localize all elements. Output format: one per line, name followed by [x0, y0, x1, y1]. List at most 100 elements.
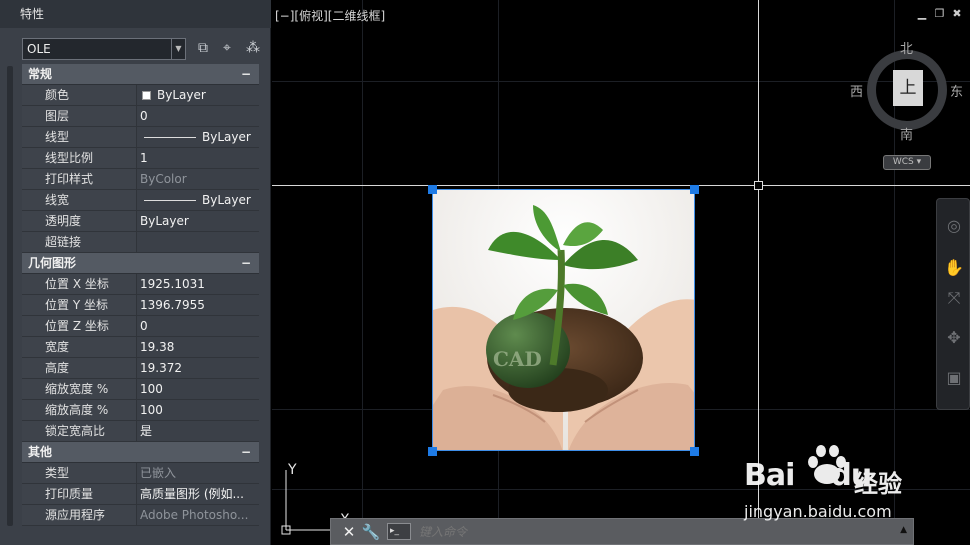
property-row[interactable]: 打印质量 高质量图形 (例如... — [22, 484, 259, 505]
property-row[interactable]: 源应用程序 Adobe Photosho... — [22, 505, 259, 526]
property-value[interactable]: ByLayer — [138, 127, 259, 147]
viewcube[interactable]: 上 北 南 东 西 WCS ▾ — [850, 38, 966, 178]
property-row[interactable]: 高度 19.372 — [22, 358, 259, 379]
collapse-icon[interactable]: − — [241, 64, 251, 85]
restore-icon[interactable]: ❐ — [933, 7, 947, 20]
property-name: 源应用程序 — [22, 505, 137, 525]
section-header[interactable]: 几何图形 − — [22, 253, 259, 274]
property-value[interactable]: 19.38 — [138, 337, 259, 357]
property-row[interactable]: 宽度 19.38 — [22, 337, 259, 358]
property-value-text: 1 — [140, 151, 148, 165]
property-value[interactable]: 100 — [138, 379, 259, 399]
compass-north[interactable]: 北 — [900, 38, 913, 57]
minimize-icon[interactable]: ▁ — [915, 7, 929, 20]
property-name: 高度 — [22, 358, 137, 378]
customize-wrench-icon[interactable]: 🔧 — [361, 522, 381, 542]
property-value[interactable]: ByLayer — [138, 190, 259, 210]
property-value[interactable]: ByLayer — [138, 211, 259, 231]
close-icon[interactable]: ✕ — [339, 522, 359, 542]
property-row[interactable]: 锁定宽高比是 — [22, 421, 259, 442]
property-value[interactable]: 0 — [138, 106, 259, 126]
panel-title: 特性 — [0, 0, 271, 28]
property-row[interactable]: 位置 Z 坐标 0 — [22, 316, 259, 337]
property-row[interactable]: 位置 Y 坐标 1396.7955 — [22, 295, 259, 316]
collapse-icon[interactable]: − — [241, 253, 251, 274]
watermark-url: jingyan.baidu.com — [744, 502, 892, 521]
property-value[interactable]: ByColor — [138, 169, 259, 189]
section-title: 常规 — [28, 67, 53, 81]
property-row[interactable]: 打印样式 ByColor — [22, 169, 259, 190]
compass-east[interactable]: 东 — [950, 81, 963, 100]
toggle-pickadd-icon[interactable]: ⧉ — [194, 39, 212, 57]
panel-scrollbar[interactable] — [7, 66, 13, 526]
wcs-menu[interactable]: WCS ▾ — [883, 155, 931, 170]
property-row[interactable]: 线宽 ByLayer — [22, 190, 259, 211]
showmotion-icon[interactable]: ▣ — [940, 365, 968, 391]
ole-image[interactable]: CAD — [432, 189, 695, 451]
property-value[interactable]: 100 — [138, 400, 259, 420]
chevron-down-icon[interactable]: ▼ — [171, 39, 185, 59]
property-value-text: 1925.1031 — [140, 277, 205, 291]
orbit-icon[interactable]: ✥ — [940, 325, 968, 351]
property-value[interactable]: 1925.1031 — [138, 274, 259, 294]
property-row[interactable]: 位置 X 坐标 1925.1031 — [22, 274, 259, 295]
property-name: 宽度 — [22, 337, 137, 357]
property-value[interactable]: ByLayer — [138, 85, 259, 105]
collapse-icon[interactable]: − — [241, 442, 251, 463]
close-icon[interactable]: ✖ — [950, 7, 964, 20]
object-type-select[interactable]: OLE ▼ — [22, 38, 186, 60]
property-value-text: 19.38 — [140, 340, 175, 354]
property-row[interactable]: 缩放高度 % 100 — [22, 400, 259, 421]
viewcube-top-face[interactable]: 上 — [893, 70, 923, 106]
grip-bottom-right[interactable] — [690, 447, 699, 456]
grip-top-right[interactable] — [690, 185, 699, 194]
property-name: 位置 Y 坐标 — [22, 295, 137, 315]
property-value[interactable] — [138, 232, 259, 252]
property-value[interactable]: 19.372 — [138, 358, 259, 378]
property-row[interactable]: 线型比例 1 — [22, 148, 259, 169]
object-type-value: OLE — [27, 42, 51, 56]
properties-panel: 特性 OLE ▼ ⧉ ⌖ ⁂ 常规 − 颜色 ByLayer 图层 0 线型 ByLayer 线… — [0, 0, 271, 545]
steering-wheel-icon[interactable]: ◎ — [940, 213, 968, 239]
viewport-controls-label[interactable]: [−][俯视][二维线框] — [275, 7, 385, 24]
selection-row: OLE ▼ ⧉ ⌖ ⁂ — [22, 38, 267, 60]
property-value[interactable]: Adobe Photosho... — [138, 505, 259, 525]
property-row[interactable]: 线型 ByLayer — [22, 127, 259, 148]
seed-engraving: CAD — [493, 347, 542, 371]
property-value-text: ByLayer — [202, 193, 251, 207]
property-row[interactable]: 颜色 ByLayer — [22, 85, 259, 106]
property-row[interactable]: 缩放宽度 % 100 — [22, 379, 259, 400]
property-value-text: 是 — [140, 424, 153, 438]
compass-west[interactable]: 西 — [850, 81, 863, 100]
section-header[interactable]: 其他 − — [22, 442, 259, 463]
zoom-extents-icon[interactable]: ⤧ — [940, 285, 968, 311]
property-row[interactable]: 透明度 ByLayer — [22, 211, 259, 232]
property-value[interactable]: 1396.7955 — [138, 295, 259, 315]
grip-top-left[interactable] — [428, 185, 437, 194]
crosshair-horizontal — [272, 185, 970, 186]
section-header[interactable]: 常规 − — [22, 64, 259, 85]
property-value[interactable]: 0 — [138, 316, 259, 336]
property-value[interactable]: 高质量图形 (例如... — [138, 484, 259, 504]
property-row[interactable]: 类型 已嵌入 — [22, 463, 259, 484]
line-sample — [144, 137, 196, 138]
property-value-text: 1396.7955 — [140, 298, 205, 312]
wcs-label: WCS — [892, 157, 914, 167]
property-value-text: Adobe Photosho... — [140, 508, 249, 522]
section-title: 其他 — [28, 445, 53, 459]
property-row[interactable]: 超链接 — [22, 232, 259, 253]
viewport-window-controls: ▁ ❐ ✖ — [915, 7, 964, 20]
property-name: 缩放宽度 % — [22, 379, 137, 399]
compass-south[interactable]: 南 — [900, 124, 913, 143]
grip-bottom-left[interactable] — [428, 447, 437, 456]
pan-icon[interactable]: ✋ — [940, 255, 968, 281]
property-value[interactable]: 已嵌入 — [138, 463, 259, 483]
property-name: 缩放高度 % — [22, 400, 137, 420]
quick-select-icon[interactable]: ⁂ — [244, 39, 262, 57]
property-value[interactable]: 1 — [138, 148, 259, 168]
property-row[interactable]: 图层 0 — [22, 106, 259, 127]
select-objects-icon[interactable]: ⌖ — [218, 39, 236, 57]
recent-commands-icon[interactable]: ▸_ — [387, 523, 411, 540]
property-value-text: 高质量图形 (例如... — [140, 487, 244, 501]
property-value[interactable]: 是 — [138, 421, 259, 441]
